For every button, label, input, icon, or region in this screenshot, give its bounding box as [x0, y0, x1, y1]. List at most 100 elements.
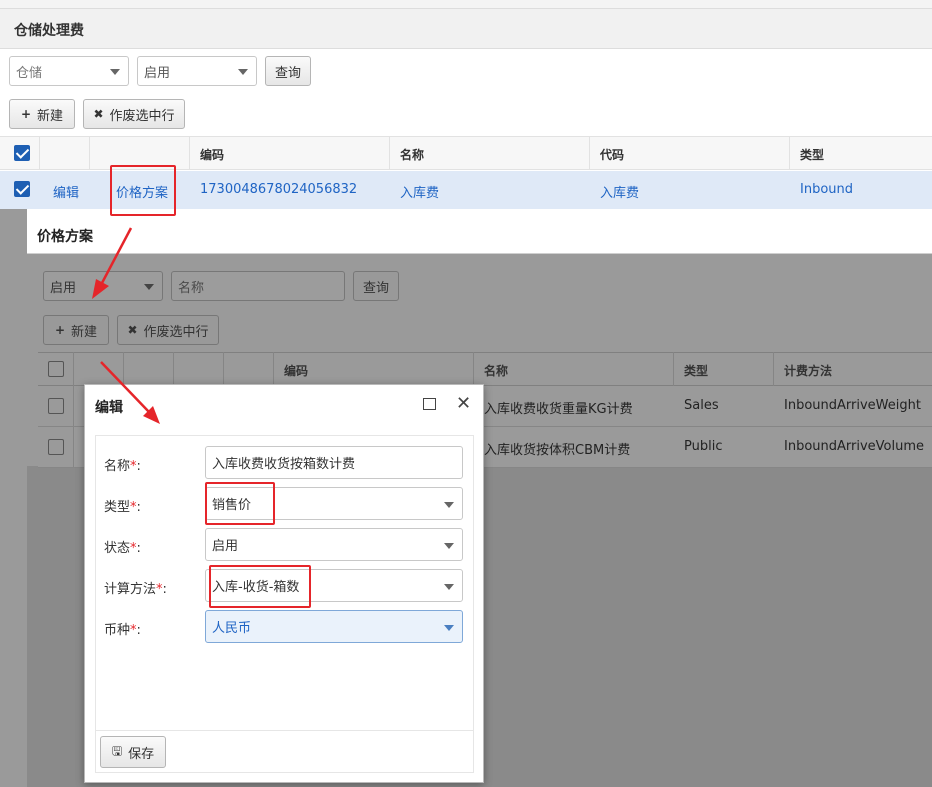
- status-filter-select[interactable]: 启用: [137, 56, 257, 86]
- price-query-label: 查询: [362, 280, 389, 296]
- price-name-input[interactable]: 名称: [171, 271, 345, 301]
- save-label: 保存: [128, 746, 155, 762]
- save-icon: 🖫: [111, 743, 123, 758]
- col-header-abbr[interactable]: 代码: [600, 146, 624, 163]
- dialog-footer-divider: [96, 730, 473, 731]
- row-name: 入库费: [400, 186, 440, 201]
- row-abbr: 入库费: [600, 186, 640, 201]
- price-row-checkbox[interactable]: [48, 439, 64, 455]
- price-select-all-checkbox[interactable]: [48, 361, 64, 377]
- save-button[interactable]: 🖫 保存: [100, 736, 166, 768]
- name-label: 名称: [104, 459, 131, 474]
- price-col-header-method[interactable]: 计费方法: [784, 362, 832, 379]
- chevron-down-icon: [444, 543, 454, 549]
- col-header-type[interactable]: 类型: [800, 146, 824, 163]
- price-void-button[interactable]: ✖ 作废选中行: [117, 315, 219, 345]
- price-row-method: InboundArriveWeight: [784, 398, 921, 413]
- page-title-bar: [0, 9, 932, 49]
- row-checkbox[interactable]: [14, 181, 30, 197]
- col-divider: [673, 352, 674, 386]
- query-button[interactable]: 查询: [265, 56, 311, 86]
- price-query-button[interactable]: 查询: [353, 271, 399, 301]
- status-value: 启用: [212, 539, 239, 554]
- annotation-box-price-plan: [110, 165, 176, 216]
- page-title: 仓储处理费: [14, 23, 84, 39]
- status-label: 状态: [104, 541, 131, 556]
- col-divider: [189, 136, 190, 170]
- annotation-box-type: [205, 482, 275, 525]
- price-col-header-name[interactable]: 名称: [484, 362, 508, 379]
- price-col-header-code[interactable]: 编码: [284, 362, 308, 379]
- col-divider: [123, 352, 124, 386]
- price-row-method: InboundArriveVolume: [784, 439, 925, 454]
- plus-icon: +: [20, 107, 32, 121]
- col-divider: [473, 352, 474, 386]
- col-divider: [389, 136, 390, 170]
- close-icon[interactable]: ✕: [456, 394, 471, 414]
- row-code: 1730048678024056832: [200, 182, 358, 197]
- price-row-name: 入库收费收货重量KG计费: [484, 402, 633, 417]
- label-colon: :: [136, 459, 141, 474]
- price-name-placeholder: 名称: [178, 280, 205, 296]
- annotation-box-method: [209, 565, 311, 608]
- left-strip: [0, 209, 27, 787]
- col-divider: [789, 136, 790, 170]
- method-label: 计算方法: [104, 582, 157, 597]
- price-row-name: 入库收货按体积CBM计费: [484, 443, 631, 458]
- price-row-checkbox[interactable]: [48, 398, 64, 414]
- chevron-down-icon: [110, 69, 120, 75]
- chevron-down-icon: [238, 69, 248, 75]
- currency-label: 币种: [104, 623, 131, 638]
- col-divider: [223, 352, 224, 386]
- type-label: 类型: [104, 500, 131, 515]
- col-divider: [773, 352, 774, 386]
- price-row-type: Public: [684, 439, 723, 454]
- label-colon: :: [136, 500, 141, 515]
- name-value: 入库收费收货按箱数计费: [212, 457, 356, 472]
- method-field-label: 计算方法*:: [104, 578, 167, 597]
- row-edit-link[interactable]: 编辑: [53, 182, 79, 201]
- label-colon: :: [136, 623, 141, 638]
- price-row-type: Sales: [684, 398, 719, 413]
- col-header-name[interactable]: 名称: [400, 146, 424, 163]
- price-plan-window-title: 价格方案: [37, 229, 93, 245]
- col-divider: [589, 136, 590, 170]
- price-new-label: 新建: [71, 324, 98, 340]
- new-label: 新建: [37, 108, 64, 124]
- edit-dialog-title: 编辑: [95, 400, 123, 416]
- col-divider: [273, 352, 274, 386]
- void-label: 作废选中行: [109, 108, 175, 124]
- close-icon: ✖: [93, 107, 104, 121]
- price-status-filter-select[interactable]: 启用: [43, 271, 163, 301]
- plus-icon: +: [54, 323, 66, 337]
- type-field-label: 类型*:: [104, 496, 141, 515]
- col-divider: [173, 352, 174, 386]
- close-icon: ✖: [127, 323, 138, 337]
- col-header-code[interactable]: 编码: [200, 146, 224, 163]
- price-plan-window-header: [27, 212, 932, 254]
- col-divider: [39, 136, 40, 170]
- currency-value: 人民币: [212, 621, 252, 636]
- currency-field-label: 币种*:: [104, 619, 141, 638]
- status-select[interactable]: 启用: [205, 528, 463, 561]
- type-filter-select[interactable]: 仓储: [9, 56, 129, 86]
- col-divider: [89, 136, 90, 170]
- status-filter-value: 启用: [144, 65, 171, 81]
- name-field-label: 名称*:: [104, 455, 141, 474]
- status-field-label: 状态*:: [104, 537, 141, 556]
- select-all-checkbox[interactable]: [14, 145, 30, 161]
- row-type: Inbound: [800, 182, 854, 197]
- new-button[interactable]: + 新建: [9, 99, 75, 129]
- chevron-down-icon: [444, 502, 454, 508]
- currency-select[interactable]: 人民币: [205, 610, 463, 643]
- price-status-value: 启用: [50, 280, 77, 296]
- name-field[interactable]: 入库收费收货按箱数计费: [205, 446, 463, 479]
- price-void-label: 作废选中行: [143, 324, 209, 340]
- chevron-down-icon: [444, 584, 454, 590]
- price-col-header-type[interactable]: 类型: [684, 362, 708, 379]
- price-new-button[interactable]: + 新建: [43, 315, 109, 345]
- maximize-icon[interactable]: [423, 398, 436, 410]
- void-selected-button[interactable]: ✖ 作废选中行: [83, 99, 185, 129]
- chevron-down-icon: [444, 625, 454, 631]
- label-colon: :: [162, 582, 167, 597]
